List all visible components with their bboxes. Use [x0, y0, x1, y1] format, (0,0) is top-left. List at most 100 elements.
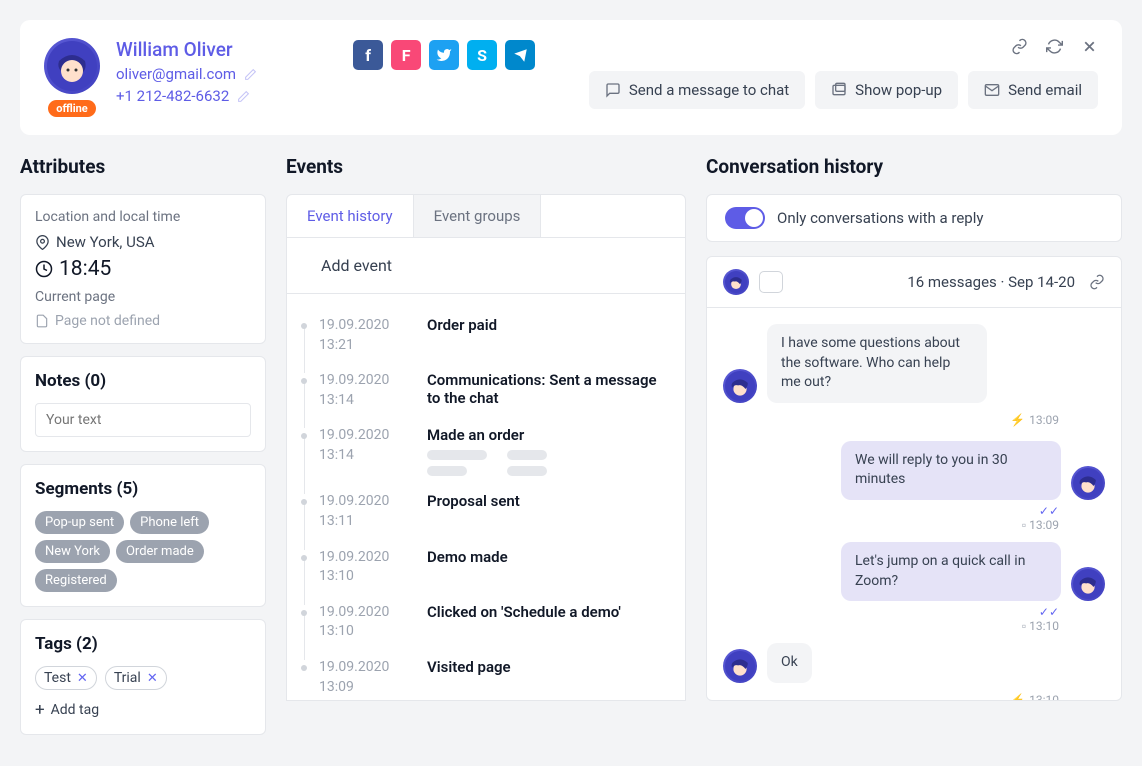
status-badge: offline — [48, 100, 95, 117]
segment-chip[interactable]: Phone left — [130, 511, 209, 534]
event-row[interactable]: 19.09.202013:11 Proposal sent — [287, 484, 675, 539]
event-title: Clicked on 'Schedule a demo' — [427, 603, 665, 621]
segments-card: Segments (5) Pop-up sent Phone left New Yo… — [20, 464, 266, 607]
tab-event-history[interactable]: Event history — [287, 195, 414, 237]
event-row[interactable]: 19.09.202013:21 Order paid — [287, 308, 675, 363]
tab-event-groups[interactable]: Event groups — [414, 195, 542, 237]
link-icon[interactable] — [1089, 274, 1105, 290]
message-source-icon: ▫ — [1022, 619, 1026, 633]
timeline-dot — [301, 499, 307, 505]
show-popup-button[interactable]: Show pop-up — [815, 71, 958, 109]
message-source-icon: ▫ — [1022, 518, 1026, 532]
facebook-icon[interactable]: f — [353, 40, 383, 70]
message-bubble: Ok — [767, 643, 812, 683]
message-row: We will reply to you in 30 minutes — [723, 441, 1105, 500]
chat-icon — [759, 271, 783, 293]
tag-chip[interactable]: Trial✕ — [105, 666, 167, 690]
twitter-icon[interactable] — [429, 40, 459, 70]
event-row[interactable]: 19.09.202013:14Made an order — [287, 418, 675, 484]
location-value: New York, USA — [56, 233, 155, 251]
event-row[interactable]: 19.09.202013:14 Communications: Sent a me… — [287, 363, 675, 418]
tags-card: Tags (2) Test✕ Trial✕ +Add tag — [20, 619, 266, 735]
event-date: 19.09.202013:14 — [319, 371, 415, 410]
avatar — [1071, 466, 1105, 500]
notes-card: Notes (0) — [20, 356, 266, 452]
timeline-dot — [301, 323, 307, 329]
avatar — [1071, 567, 1105, 601]
message-bubble: I have some questions about the software… — [767, 324, 987, 403]
event-title: Communications: Sent a message to the ch… — [427, 371, 665, 407]
event-row[interactable]: 19.09.202013:09Visited page — [287, 650, 675, 701]
event-title: Demo made — [427, 548, 665, 566]
events-heading: Events — [286, 155, 686, 178]
event-date: 19.09.202013:14 — [319, 426, 415, 476]
segment-chip[interactable]: New York — [35, 540, 110, 563]
avatar — [723, 269, 749, 295]
skype-icon[interactable]: S — [467, 40, 497, 70]
profile-phone[interactable]: +1 212-482-6632 — [116, 87, 229, 105]
send-email-button[interactable]: Send email — [968, 71, 1098, 109]
avatar — [723, 649, 757, 683]
remove-tag-icon[interactable]: ✕ — [147, 671, 158, 686]
profile-name[interactable]: William Oliver — [116, 38, 257, 61]
event-title: Order paid — [427, 316, 665, 334]
add-event-button[interactable]: Add event — [287, 238, 685, 294]
avatar — [723, 369, 757, 403]
message-row: I have some questions about the software… — [723, 324, 1105, 403]
message-time: 13:10 — [1029, 693, 1059, 701]
segment-chip[interactable]: Order made — [116, 540, 204, 563]
message-time: 13:09 — [1029, 413, 1059, 427]
current-page-label: Current page — [35, 289, 251, 305]
close-icon[interactable] — [1081, 38, 1098, 55]
timeline-dot — [301, 555, 307, 561]
telegram-icon[interactable] — [505, 40, 535, 70]
pin-icon — [35, 235, 50, 250]
conversation-summary: 16 messages · Sep 14-20 — [907, 273, 1075, 291]
timeline-dot — [301, 665, 307, 671]
event-date: 19.09.202013:10 — [319, 548, 415, 587]
link-icon[interactable] — [1011, 38, 1028, 55]
segment-chip[interactable]: Registered — [35, 569, 117, 592]
social-links: f F S — [353, 40, 535, 117]
clock-icon — [35, 260, 53, 278]
event-date: 19.09.202013:11 — [319, 492, 415, 531]
notes-heading: Notes (0) — [35, 371, 251, 391]
tags-heading: Tags (2) — [35, 634, 251, 654]
location-label: Location and local time — [35, 209, 251, 225]
location-card: Location and local time New York, USA 18… — [20, 194, 266, 344]
edit-icon[interactable] — [237, 90, 250, 103]
message-row: Let's jump on a quick call in Zoom? — [723, 542, 1105, 601]
timeline-dot — [301, 378, 307, 384]
event-title: Visited page — [427, 658, 665, 676]
conversation-heading: Conversation history — [706, 155, 1122, 178]
event-date: 19.09.202013:21 — [319, 316, 415, 355]
reply-filter-toggle[interactable] — [725, 207, 765, 229]
event-title: Proposal sent — [427, 492, 665, 510]
foursquare-icon[interactable]: F — [391, 40, 421, 70]
remove-tag-icon[interactable]: ✕ — [77, 671, 88, 686]
message-bubble: We will reply to you in 30 minutes — [841, 441, 1061, 500]
notes-input[interactable] — [35, 403, 251, 437]
event-date: 19.09.202013:10 — [319, 603, 415, 642]
profile-email[interactable]: oliver@gmail.com — [116, 65, 236, 83]
read-receipt-icon: ✓✓ — [723, 504, 1059, 518]
segment-chip[interactable]: Pop-up sent — [35, 511, 124, 534]
page-value: Page not defined — [55, 313, 160, 329]
file-icon — [35, 314, 49, 328]
reply-filter-label: Only conversations with a reply — [777, 209, 983, 227]
edit-icon[interactable] — [244, 68, 257, 81]
message-source-icon: ⚡ — [1010, 693, 1025, 701]
add-tag-button[interactable]: +Add tag — [35, 700, 251, 720]
tag-chip[interactable]: Test✕ — [35, 666, 97, 690]
message-source-icon: ⚡ — [1010, 413, 1025, 427]
segments-heading: Segments (5) — [35, 479, 251, 499]
message-row: Ok — [723, 643, 1105, 683]
attributes-heading: Attributes — [20, 155, 266, 178]
event-row[interactable]: 19.09.202013:10 Clicked on 'Schedule a de… — [287, 595, 675, 650]
message-time: 13:09 — [1029, 518, 1059, 532]
refresh-icon[interactable] — [1046, 38, 1063, 55]
avatar[interactable] — [44, 38, 100, 94]
event-row[interactable]: 19.09.202013:10 Demo made — [287, 540, 675, 595]
message-time: 13:10 — [1029, 619, 1059, 633]
send-chat-button[interactable]: Send a message to chat — [589, 71, 805, 109]
